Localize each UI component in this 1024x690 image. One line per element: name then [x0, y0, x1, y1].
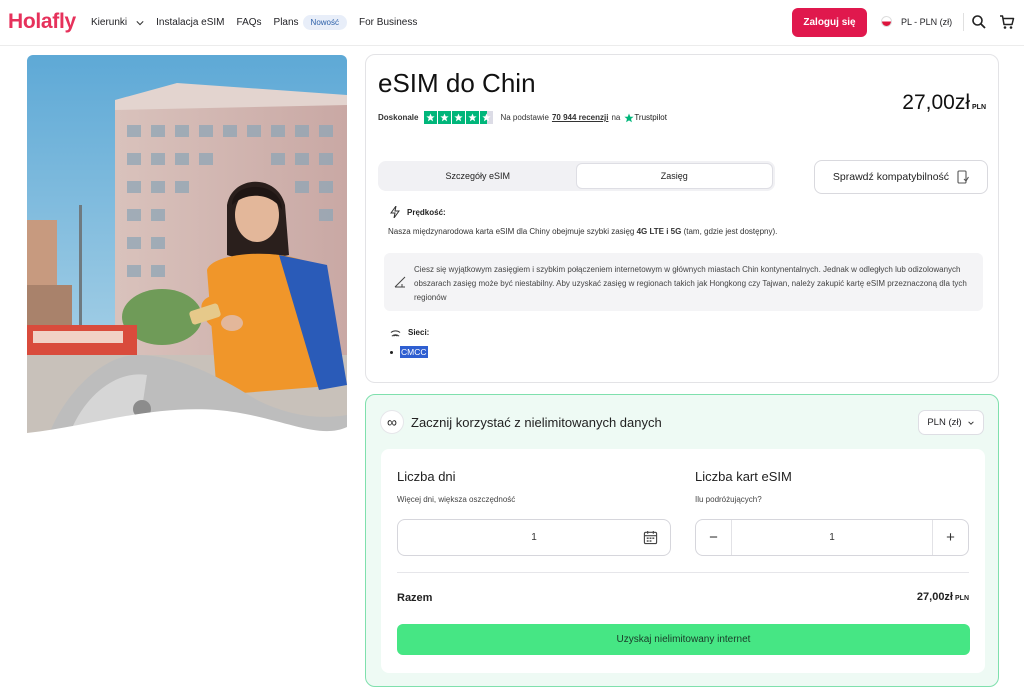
network-name: CMCC	[400, 346, 428, 358]
list-item: CMCC	[390, 346, 428, 358]
total-price: 27,00zł PLN	[917, 591, 969, 603]
trustpilot-star-icon	[624, 113, 634, 122]
reviews-prefix: Na podstawie	[500, 113, 549, 122]
main-nav: Kierunki Instalacja eSIM FAQs Plans Nowo…	[91, 15, 429, 30]
nav-kierunki[interactable]: Kierunki	[91, 17, 144, 28]
chevron-down-icon	[967, 420, 974, 425]
total-currency: PLN	[955, 595, 969, 602]
check-compatibility-label: Sprawdź kompatybilność	[832, 171, 950, 183]
new-badge: Nowość	[302, 15, 347, 30]
poland-flag-icon	[881, 16, 892, 27]
language-label: PL - PLN (zł)	[901, 16, 953, 27]
phone-check-icon	[957, 170, 970, 184]
speed-text-before: Nasza międzynarodowa karta eSIM dla Chin…	[388, 227, 635, 236]
speed-text-bold: 4G LTE i 5G	[636, 227, 682, 236]
networks-heading-label: Sieci:	[408, 328, 430, 337]
half-star-icon	[480, 111, 494, 124]
details-tabs: Szczegóły eSIM Zasięg	[378, 161, 775, 191]
speed-heading: Prędkość:	[390, 206, 446, 218]
days-label: Liczba dni	[397, 469, 456, 484]
reviews-suffix: na	[611, 113, 621, 122]
total-value: 27,00zł	[916, 591, 953, 603]
cart-icon[interactable]	[999, 14, 1015, 30]
nav-kierunki-label: Kierunki	[91, 17, 128, 28]
trustpilot-stars	[424, 111, 494, 124]
nav-for-business[interactable]: For Business	[359, 17, 417, 28]
plan-options: Liczba dni Więcej dni, większa oszczędno…	[381, 449, 985, 673]
plan-heading: ∞ Zacznij korzystać z nielimitowanych da…	[380, 410, 662, 434]
header-divider	[963, 13, 964, 31]
currency-select-value: PLN (zł)	[927, 417, 962, 428]
warning-icon	[394, 276, 406, 288]
total-label: Razem	[397, 592, 433, 604]
hero-image	[27, 55, 347, 441]
plan-card: ∞ Zacznij korzystać z nielimitowanych da…	[365, 394, 999, 687]
days-sublabel: Więcej dni, większa oszczędność	[397, 495, 516, 504]
search-icon[interactable]	[971, 14, 987, 30]
coverage-notice-text: Ciesz się wyjątkowym zasięgiem i szybkim…	[414, 265, 967, 302]
top-header: Holafly Kierunki Instalacja eSIM FAQs Pl…	[0, 0, 1024, 46]
nav-instalacja[interactable]: Instalacja eSIM	[156, 17, 224, 28]
trustpilot-logo: Trustpilot	[624, 113, 667, 123]
price-value: 27,00zł	[902, 91, 970, 114]
get-unlimited-button[interactable]: Uzyskaj nielimitowany internet	[397, 624, 970, 655]
increment-button[interactable]: +	[932, 520, 968, 555]
days-input[interactable]: 1	[397, 519, 671, 556]
product-card: eSIM do Chin Doskonale Na podstawie 70 9…	[365, 54, 999, 383]
page-title: eSIM do Chin	[378, 68, 536, 98]
networks-heading: Sieci:	[390, 327, 429, 338]
esim-count-sublabel: Ilu podróżujących?	[695, 495, 762, 504]
coverage-notice: Ciesz się wyjątkowym zasięgiem i szybkim…	[384, 253, 983, 311]
speed-description: Nasza międzynarodowa karta eSIM dla Chin…	[388, 227, 777, 236]
nav-plans-label: Plans	[273, 17, 299, 28]
currency-select[interactable]: PLN (zł)	[918, 410, 984, 435]
days-value: 1	[531, 532, 537, 543]
language-selector[interactable]: PL - PLN (zł)	[881, 16, 952, 27]
bullet-icon	[390, 350, 393, 354]
rating-row: Doskonale Na podstawie 70 944 recenzji n…	[378, 111, 667, 124]
star-icon	[424, 111, 438, 124]
esim-count-value[interactable]: 1	[829, 532, 835, 543]
holafly-logo[interactable]: Holafly	[8, 10, 76, 34]
calendar-icon[interactable]	[643, 530, 658, 545]
tab-szczegoly[interactable]: Szczegóły eSIM	[380, 163, 576, 189]
speed-heading-label: Prędkość:	[407, 207, 446, 217]
star-icon	[438, 111, 452, 124]
plan-heading-label: Zacznij korzystać z nielimitowanych dany…	[411, 414, 662, 430]
price-currency: PLN	[972, 104, 986, 111]
nav-faqs[interactable]: FAQs	[237, 17, 262, 28]
divider	[397, 572, 969, 573]
star-icon	[466, 111, 480, 124]
product-price: 27,00zł PLN	[902, 91, 986, 115]
signal-icon	[390, 330, 401, 337]
esim-count-label: Liczba kart eSIM	[695, 469, 792, 484]
star-icon	[452, 111, 466, 124]
rating-label: Doskonale	[378, 113, 419, 122]
lightning-icon	[390, 206, 400, 218]
infinity-icon: ∞	[380, 410, 404, 434]
trustpilot-label: Trustpilot	[634, 113, 667, 122]
login-button[interactable]: Zaloguj się	[792, 8, 867, 37]
tab-zasieg[interactable]: Zasięg	[575, 163, 773, 189]
check-compatibility-button[interactable]: Sprawdź kompatybilność	[814, 160, 988, 194]
chevron-down-icon	[136, 20, 144, 25]
nav-plans[interactable]: Plans Nowość	[274, 15, 347, 30]
speed-text-after: (tam, gdzie jest dostępny).	[683, 227, 778, 236]
esim-quantity-stepper: − 1 +	[695, 519, 969, 556]
reviews-link[interactable]: 70 944 recenzji	[552, 113, 608, 122]
decrement-button[interactable]: −	[696, 520, 732, 555]
